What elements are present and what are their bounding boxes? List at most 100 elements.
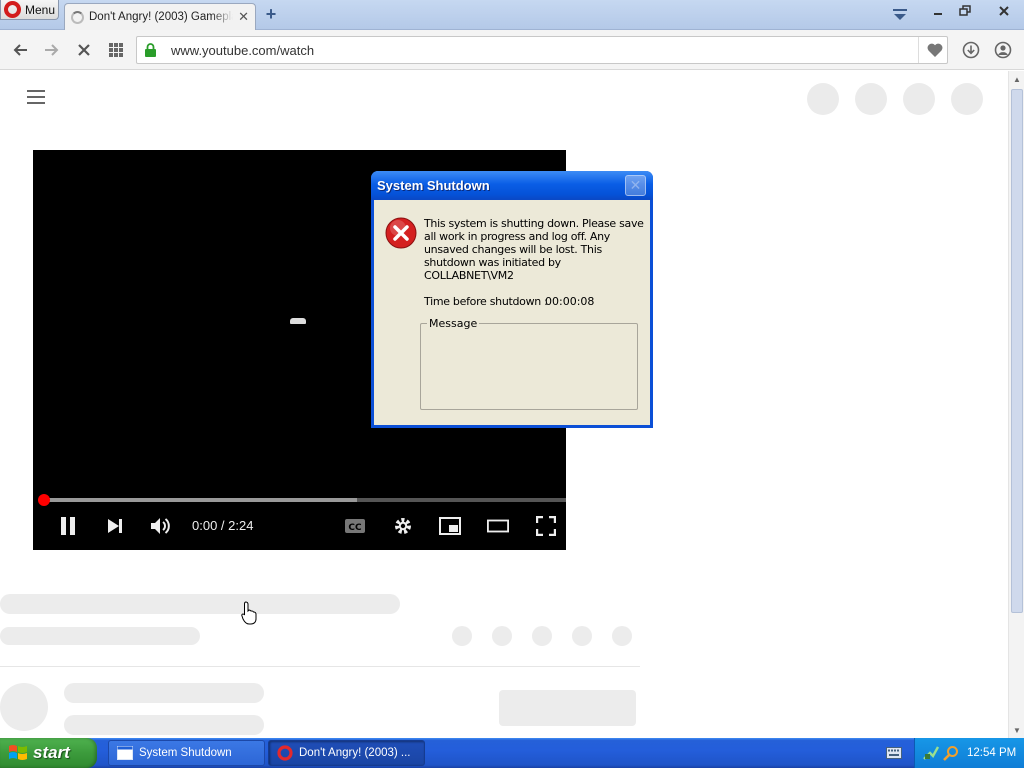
- back-button[interactable]: [11, 40, 31, 60]
- channel-avatar-placeholder: [0, 683, 48, 731]
- minimize-button[interactable]: [925, 2, 950, 19]
- action-placeholder-dot: [572, 626, 592, 646]
- browser-tab-strip: Menu Don't Angry! (2003) Gameplay ✕ +: [0, 0, 1024, 30]
- window-close-button[interactable]: [988, 2, 1020, 19]
- opera-menu-button[interactable]: Menu: [0, 0, 59, 20]
- shutdown-message: This system is shutting down. Please sav…: [424, 217, 644, 282]
- progress-bar[interactable]: [43, 498, 566, 502]
- taskbar-item-opera[interactable]: Don't Angry! (2003) ...: [268, 740, 425, 766]
- forward-button[interactable]: [41, 40, 61, 60]
- windows-taskbar: start System Shutdown Don't Angry! (2003…: [0, 738, 1024, 768]
- message-groupbox-label: Message: [427, 317, 480, 330]
- opera-icon: [277, 745, 293, 761]
- hand-pointer-cursor-icon: [241, 601, 257, 625]
- timer-value: 00:00:08: [545, 295, 595, 308]
- message-groupbox: Message: [420, 317, 638, 410]
- system-shutdown-dialog: System Shutdown ✕ This system is shuttin…: [371, 171, 653, 428]
- scrollbar-thumb[interactable]: [1011, 89, 1023, 613]
- url-path: /watch: [276, 43, 315, 58]
- fullscreen-icon: [536, 516, 556, 536]
- subscriber-placeholder: [64, 715, 264, 735]
- action-placeholder-dot: [452, 626, 472, 646]
- stop-button[interactable]: [74, 40, 94, 60]
- volume-button[interactable]: [150, 515, 172, 537]
- cc-icon: CC: [345, 519, 365, 533]
- meta-placeholder: [0, 627, 200, 645]
- tab-title: Don't Angry! (2003) Gameplay: [89, 11, 234, 23]
- menu-label: Menu: [25, 2, 56, 17]
- action-placeholder-dot: [492, 626, 512, 646]
- progress-loaded: [43, 498, 357, 502]
- header-placeholder-circle: [855, 83, 887, 115]
- buffering-indicator-icon: [290, 318, 306, 324]
- restore-icon: [958, 4, 971, 16]
- header-placeholder-circle: [807, 83, 839, 115]
- keyboard-icon[interactable]: [886, 747, 902, 759]
- miniplayer-button[interactable]: [439, 515, 461, 537]
- dialog-titlebar[interactable]: System Shutdown ✕: [371, 171, 653, 200]
- fullscreen-button[interactable]: [535, 515, 557, 537]
- account-button[interactable]: [993, 40, 1013, 60]
- action-placeholder-dot: [612, 626, 632, 646]
- stop-x-icon: [78, 44, 90, 56]
- playback-time: 0:00 / 2:24: [192, 518, 254, 533]
- bookmark-heart-icon[interactable]: [926, 41, 944, 59]
- next-button[interactable]: [104, 515, 126, 537]
- minimize-icon: [933, 12, 942, 15]
- svg-text:CC: CC: [348, 523, 362, 533]
- loading-spinner-icon: [71, 10, 84, 24]
- tab-close-icon[interactable]: ✕: [238, 9, 249, 25]
- clock: 12:54 PM: [967, 747, 1017, 759]
- taskbar-item-system-shutdown[interactable]: System Shutdown: [108, 740, 265, 766]
- opera-logo-icon: [4, 1, 21, 18]
- scroll-down-arrow-icon[interactable]: ▼: [1009, 722, 1024, 738]
- window-icon: [117, 746, 133, 760]
- header-placeholder-circle: [903, 83, 935, 115]
- gear-icon: [395, 518, 411, 534]
- lock-icon: [145, 43, 156, 57]
- downloads-button[interactable]: [961, 40, 981, 60]
- hamburger-menu-icon[interactable]: [27, 90, 45, 104]
- windows-logo-icon: [9, 745, 27, 760]
- address-bar-divider: [918, 37, 919, 63]
- url-text: www.youtube.com/watch: [171, 43, 314, 58]
- dialog-title: System Shutdown: [377, 178, 490, 193]
- address-bar[interactable]: www.youtube.com/watch: [136, 36, 948, 64]
- pause-button[interactable]: [57, 515, 79, 537]
- forward-arrow-icon: [45, 44, 59, 56]
- system-tray: 12:54 PM: [914, 738, 1024, 768]
- start-label: start: [33, 743, 70, 762]
- subscribe-button-placeholder: [499, 690, 636, 726]
- theater-icon: [487, 519, 509, 533]
- user-icon: [994, 41, 1012, 59]
- page-scrollbar[interactable]: ▲ ▼: [1008, 71, 1024, 738]
- speed-dial-button[interactable]: [106, 40, 126, 60]
- title-placeholder: [0, 594, 400, 614]
- browser-tab[interactable]: Don't Angry! (2003) Gameplay ✕: [64, 3, 256, 30]
- settings-button[interactable]: [392, 515, 414, 537]
- channel-name-placeholder: [64, 683, 264, 703]
- download-icon: [962, 41, 980, 59]
- timer-label: Time before shutdown :: [424, 295, 548, 308]
- restore-button[interactable]: [952, 2, 977, 19]
- url-domain: www.youtube.com: [171, 43, 277, 58]
- progress-scrubber-handle[interactable]: [38, 494, 50, 506]
- grid-icon: [109, 43, 123, 57]
- taskbar-item-label: Don't Angry! (2003) ...: [299, 747, 411, 759]
- network-icon[interactable]: [923, 745, 939, 761]
- search-icon[interactable]: [943, 745, 959, 761]
- taskbar-item-label: System Shutdown: [139, 747, 232, 759]
- captions-button[interactable]: CC: [344, 515, 366, 537]
- start-button[interactable]: start: [0, 738, 97, 768]
- back-arrow-icon: [13, 44, 27, 56]
- header-placeholder-circle: [951, 83, 983, 115]
- error-icon: [385, 217, 417, 249]
- scroll-up-arrow-icon[interactable]: ▲: [1009, 71, 1024, 87]
- theater-mode-button[interactable]: [487, 515, 509, 537]
- volume-icon: [151, 518, 170, 534]
- section-divider: [0, 666, 640, 667]
- new-tab-button[interactable]: +: [262, 5, 280, 23]
- tab-menu-icon[interactable]: [891, 8, 909, 22]
- dialog-close-button[interactable]: ✕: [625, 175, 646, 196]
- action-placeholder-dot: [532, 626, 552, 646]
